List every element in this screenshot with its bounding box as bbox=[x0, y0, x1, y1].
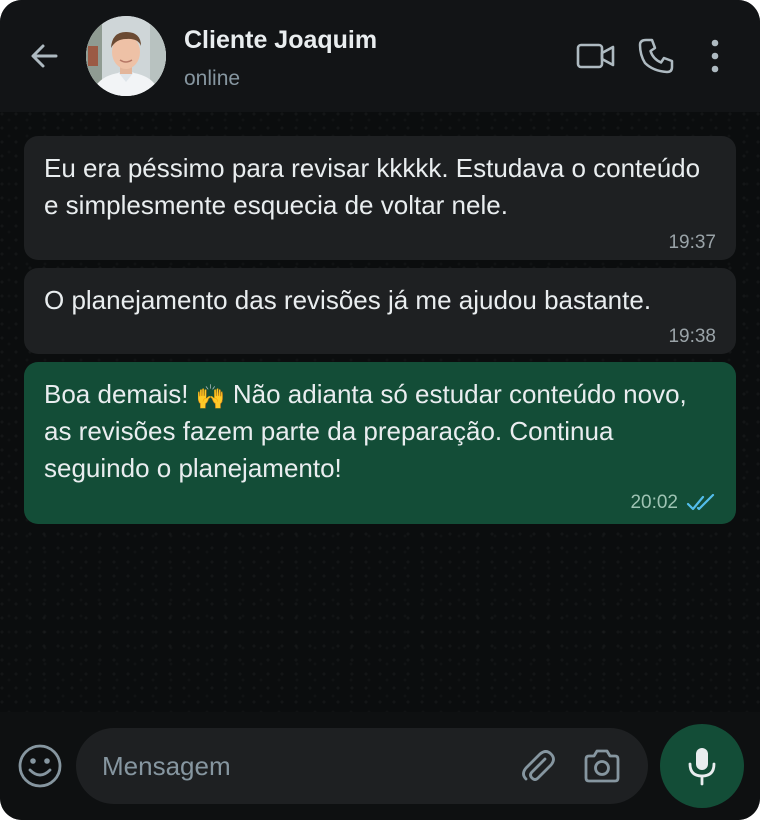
video-camera-icon bbox=[576, 43, 615, 69]
message-bubble-outgoing[interactable]: Boa demais! 🙌 Não adianta só estudar con… bbox=[24, 362, 736, 524]
message-time: 20:02 bbox=[630, 492, 678, 513]
message-bubble-incoming[interactable]: Eu era péssimo para revisar kkkkk. Estud… bbox=[24, 136, 736, 260]
voice-call-button[interactable] bbox=[636, 36, 676, 76]
phone-icon bbox=[638, 38, 674, 74]
more-vertical-icon bbox=[711, 39, 719, 73]
camera-button[interactable] bbox=[582, 746, 622, 786]
emoji-button[interactable] bbox=[16, 742, 64, 790]
video-call-button[interactable] bbox=[576, 36, 616, 76]
message-text: Boa demais! 🙌 Não adianta só estudar con… bbox=[44, 376, 716, 487]
chat-window: Cliente Joaquim online Eu era péssimo pa… bbox=[0, 0, 760, 820]
contact-name[interactable]: Cliente Joaquim bbox=[184, 26, 377, 55]
contact-status: online bbox=[184, 67, 241, 90]
emoji-smile-icon bbox=[18, 744, 62, 788]
message-meta: 20:02 bbox=[630, 484, 716, 521]
raising-hands-emoji: 🙌 bbox=[195, 383, 226, 411]
message-bubble-incoming[interactable]: O planejamento das revisões já me ajudou… bbox=[24, 268, 736, 354]
message-time: 19:38 bbox=[668, 326, 716, 347]
double-check-icon bbox=[686, 493, 716, 512]
message-time: 19:37 bbox=[668, 232, 716, 253]
arrow-left-icon bbox=[31, 44, 58, 68]
microphone-icon bbox=[688, 748, 716, 786]
voice-message-button[interactable] bbox=[660, 724, 744, 808]
back-button[interactable] bbox=[24, 38, 64, 74]
message-text-part: Boa demais! bbox=[44, 379, 189, 409]
menu-button[interactable] bbox=[700, 36, 730, 76]
paperclip-icon bbox=[522, 750, 555, 781]
message-input-container bbox=[76, 728, 648, 804]
avatar[interactable] bbox=[86, 16, 166, 96]
chat-header: Cliente Joaquim online bbox=[0, 0, 760, 112]
message-text: O planejamento das revisões já me ajudou… bbox=[44, 285, 652, 315]
contact-photo bbox=[86, 16, 166, 96]
camera-icon bbox=[584, 749, 620, 783]
message-text: Eu era péssimo para revisar kkkkk. Estud… bbox=[44, 153, 701, 220]
attach-button[interactable] bbox=[518, 746, 558, 786]
message-input[interactable] bbox=[100, 728, 510, 804]
